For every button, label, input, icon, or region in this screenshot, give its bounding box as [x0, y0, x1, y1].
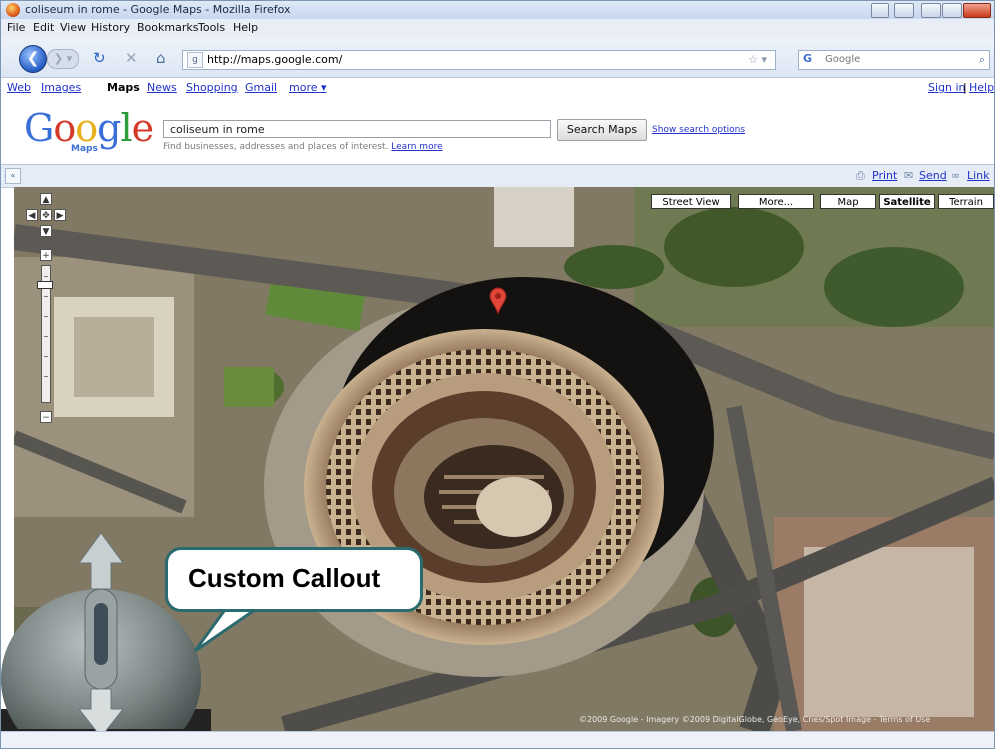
link-images[interactable]: Images: [41, 78, 81, 98]
firefox-icon: [6, 3, 20, 17]
print-link[interactable]: Print: [872, 165, 897, 187]
layout-icon[interactable]: [894, 3, 914, 18]
menu-file[interactable]: File: [7, 19, 25, 37]
more-layers-button[interactable]: More...: [738, 194, 814, 209]
search-engine-icon[interactable]: G: [803, 52, 817, 66]
forward-button[interactable]: ❯ ▾: [47, 49, 79, 69]
logo-letter: G: [24, 106, 54, 150]
pan-left-icon[interactable]: ◀: [26, 209, 38, 221]
title-bar: coliseum in rome - Google Maps - Mozilla…: [1, 1, 994, 19]
map-action-bar: « ⎙ Print ✉ Send ∞ Link: [1, 164, 994, 188]
link-gmail[interactable]: Gmail: [245, 78, 277, 98]
maps-header: Google Maps coliseum in rome Search Maps…: [1, 98, 994, 164]
zoom-tick: [44, 276, 48, 277]
zoom-in-button[interactable]: +: [40, 249, 52, 261]
help-link[interactable]: Help: [969, 78, 994, 98]
menu-bookmarks[interactable]: Bookmarks: [137, 19, 198, 37]
zoom-tick: [44, 316, 48, 317]
address-url: http://maps.google.com/: [207, 53, 343, 66]
site-identity-icon[interactable]: g: [187, 52, 203, 68]
status-bar: [1, 731, 994, 748]
reset-center-icon[interactable]: ✥: [40, 209, 52, 221]
location-marker-icon[interactable]: [489, 287, 507, 315]
pan-right-icon[interactable]: ▶: [54, 209, 66, 221]
menu-history[interactable]: History: [91, 19, 130, 37]
zoom-tick: [44, 376, 48, 377]
logo-letter: e: [131, 106, 154, 150]
separator: |: [963, 81, 967, 94]
window-title: coliseum in rome - Google Maps - Mozilla…: [25, 3, 291, 16]
link-web[interactable]: Web: [7, 78, 31, 98]
link-more[interactable]: more ▾: [289, 78, 327, 98]
link-shopping[interactable]: Shopping: [186, 78, 238, 98]
map-copyright: ©2009 Google - Imagery ©2009 DigitalGlob…: [579, 715, 931, 724]
send-icon: ✉: [904, 169, 914, 182]
zoom-tick: [44, 296, 48, 297]
maximize-button[interactable]: [942, 3, 962, 18]
search-hint-text: Find businesses, addresses and places of…: [163, 142, 389, 152]
search-hint: Find businesses, addresses and places of…: [163, 142, 443, 152]
reload-icon[interactable]: ↻: [93, 49, 106, 67]
link-link[interactable]: Link: [967, 165, 990, 187]
logo-letter: l: [120, 106, 132, 150]
link-maps-active: Maps: [107, 81, 140, 94]
logo-subtitle: Maps: [71, 144, 98, 154]
search-go-icon[interactable]: ⌕: [979, 51, 985, 69]
pan-down-icon[interactable]: ▼: [40, 225, 52, 237]
minimize-button[interactable]: [921, 3, 941, 18]
network-indicator-icon: [871, 3, 889, 18]
pan-up-icon[interactable]: ▲: [40, 193, 52, 205]
collapse-panel-icon[interactable]: «: [5, 168, 21, 184]
print-icon: ⎙: [856, 169, 865, 182]
browser-window: coliseum in rome - Google Maps - Mozilla…: [0, 0, 995, 749]
zoom-tick: [44, 356, 48, 357]
zoom-out-button[interactable]: −: [40, 411, 52, 423]
show-search-options-link[interactable]: Show search options: [652, 125, 745, 135]
map-type-map-button[interactable]: Map: [820, 194, 876, 209]
menu-view[interactable]: View: [60, 19, 86, 37]
callout-text: Custom Callout: [188, 563, 381, 593]
close-button[interactable]: [963, 3, 991, 18]
address-bar[interactable]: g http://maps.google.com/ ☆ ▾: [182, 50, 776, 70]
send-link[interactable]: Send: [919, 165, 947, 187]
stop-icon[interactable]: ✕: [125, 49, 138, 67]
bookmark-star-icon[interactable]: ☆ ▾: [748, 51, 767, 69]
street-view-button[interactable]: Street View: [651, 194, 731, 209]
sign-in-link[interactable]: Sign in: [928, 78, 966, 98]
search-bar[interactable]: G ⌕: [798, 50, 990, 70]
map-type-terrain-button[interactable]: Terrain: [938, 194, 994, 209]
search-input[interactable]: [825, 52, 960, 66]
link-icon: ∞: [951, 169, 961, 182]
google-nav-links: Web Images Maps News Shopping Gmail more…: [1, 78, 994, 98]
custom-callout: Custom Callout: [165, 547, 423, 612]
menu-bar: File Edit View History Bookmarks Tools H…: [1, 19, 994, 37]
home-icon[interactable]: ⌂: [156, 49, 166, 67]
menu-tools[interactable]: Tools: [198, 19, 225, 37]
zoom-tick: [44, 336, 48, 337]
maps-search-input[interactable]: coliseum in rome: [163, 120, 551, 138]
map-type-satellite-button[interactable]: Satellite: [879, 194, 935, 209]
logo-letter: g: [97, 106, 121, 150]
learn-more-link[interactable]: Learn more: [391, 142, 442, 152]
search-maps-button[interactable]: Search Maps: [557, 119, 647, 141]
navigation-toolbar: ❮ ❯ ▾ ↻ ✕ ⌂ g http://maps.google.com/ ☆ …: [1, 37, 994, 78]
callout-tail: [193, 605, 264, 653]
menu-edit[interactable]: Edit: [33, 19, 54, 37]
menu-help[interactable]: Help: [233, 19, 258, 37]
back-button[interactable]: ❮: [19, 45, 47, 73]
zoom-slider-thumb[interactable]: [37, 281, 53, 289]
link-news[interactable]: News: [147, 78, 177, 98]
